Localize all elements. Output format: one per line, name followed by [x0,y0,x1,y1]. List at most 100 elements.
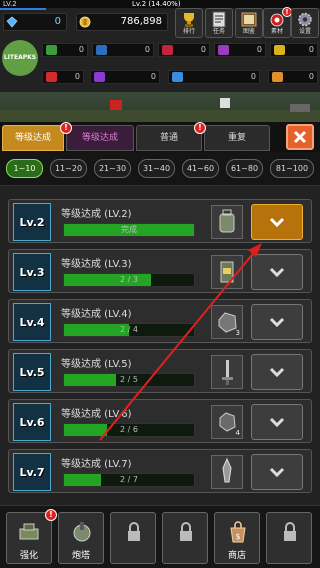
codex-button[interactable]: 图鉴 [235,8,263,38]
achievement-progress-text: 2 / 5 [120,375,138,384]
quest-button[interactable]: 任务 [205,8,233,38]
shop-bag-icon: $ [230,521,246,543]
nav-locked-slot-2[interactable] [162,512,208,564]
materials-button[interactable]: 素材 ! [263,7,292,38]
purple-stone-icon [218,45,229,55]
ranking-button[interactable]: 排行 [175,8,203,38]
filter-41-60[interactable]: 41~60 [182,159,219,178]
achievement-title: 等级达成 (LV.7) [61,459,132,470]
level-badge-text: Lv.2 [19,216,45,229]
quest-label: 任务 [212,28,225,35]
upgrade-icon [19,523,39,540]
codex-label: 图鉴 [242,28,255,35]
tab-level-achievement-label: 等级达成 [14,133,51,143]
xp-bar-fill [0,8,47,10]
filter-1-10[interactable]: 1~10 [6,159,43,178]
void-crystal-icon [94,72,105,82]
game-scene-strip [0,92,320,122]
battlefield-decoration [0,98,320,122]
resource-amber-value: 0 [308,72,314,81]
reward-sword-icon [211,355,243,389]
trophy-icon [184,13,194,27]
gem-counter[interactable]: 0 [3,13,67,31]
ice-crystal-icon [172,72,183,82]
locked-reward-button[interactable] [251,454,303,490]
achievement-progress-text: 2 / 3 [120,275,138,284]
resource-yellow: 0 [270,43,318,57]
achievement-progress-text: 2 / 7 [120,475,138,484]
amber-crystal-icon [272,72,283,82]
achievement-item: Lv.7 等级达成 (LV.7) 2 / 7 [8,449,312,493]
player-level: LV.2 [3,0,17,8]
achievement-progress: 完成 [63,223,195,237]
lock-icon [128,522,140,541]
tab-level-achievement-alt[interactable]: 等级达成 [66,125,134,151]
blue-stone-icon [96,45,107,55]
resource-purple-value: 0 [256,45,262,54]
tab-normal[interactable]: 普通 [136,125,202,151]
close-button[interactable] [286,124,314,150]
resource-purple: 0 [214,43,266,57]
filter-61-80[interactable]: 61~80 [226,159,263,178]
level-badge-icon: Lv.4 [13,303,51,341]
locked-reward-button[interactable] [251,254,303,290]
resource-yellow-value: 0 [308,45,314,54]
coin-counter[interactable]: 786,898 [76,13,168,31]
nav-shop[interactable]: $ 商店 [214,512,260,564]
resource-ice-value: 0 [250,72,256,81]
settings-label: 设置 [298,28,311,35]
level-badge-icon: Lv.3 [13,253,51,291]
resource-void: 0 [90,70,160,84]
reward-drill-icon [211,455,243,489]
tab-level-achievement[interactable]: 等级达成 [2,125,64,151]
diamond-icon [6,16,18,28]
locked-reward-button[interactable] [251,404,303,440]
claim-button[interactable] [251,204,303,240]
filter-81-100[interactable]: 81~100 [270,159,314,178]
achievement-item: Lv.3 等级达成 (LV.3) 2 / 3 [8,249,312,293]
achievement-item: Lv.4 等级达成 (LV.4) 2 / 4 3 [8,299,312,343]
locked-reward-button[interactable] [251,354,303,390]
materials-label: 素材 [270,28,283,35]
fire-crystal-icon [46,72,57,82]
achievement-progress-text: 2 / 4 [120,325,138,334]
nav-locked-slot-1[interactable] [110,512,156,564]
tab-repeat[interactable]: 重复 [204,125,270,151]
reward-ore-icon: 3 [211,305,243,339]
chevron-down-icon [269,217,285,228]
watermark-logo: LITEAPKS [2,40,38,76]
resource-green: 0 [42,43,88,57]
achievement-item: Lv.5 等级达成 (LV.5) 2 / 5 [8,349,312,393]
coin-value: 786,898 [120,16,162,27]
filter-11-20[interactable]: 11~20 [50,159,87,178]
level-badge-icon: Lv.7 [13,453,51,491]
resource-fire: 0 [42,70,84,84]
gem-value: 0 [54,16,61,27]
level-badge-icon: Lv.6 [13,403,51,441]
filter-31-40[interactable]: 31~40 [138,159,175,178]
settings-button[interactable]: 设置 [291,8,319,38]
resource-amber: 0 [268,70,318,84]
achievement-item: Lv.6 等级达成 (LV.6) 2 / 6 4 [8,399,312,443]
tab-alert-badge: ! [60,122,72,134]
top-status-bar: LV.2 Lv.2 (14.40%) [0,0,320,8]
chevron-down-icon [269,317,285,328]
tab-normal-alert-badge: ! [194,122,206,134]
level-progress-text: Lv.2 (14.40%) [132,0,181,8]
chevron-down-icon [269,467,285,478]
green-stone-icon [46,45,57,55]
chevron-down-icon [269,417,285,428]
resource-void-value: 0 [150,72,156,81]
locked-reward-button[interactable] [251,304,303,340]
level-range-filters: 1~10 11~20 21~30 31~40 41~60 61~80 81~10… [0,152,320,186]
achievement-progress-text: 完成 [121,225,137,234]
achievement-list[interactable]: Lv.2 等级达成 (LV.2) 完成 Lv.3 等级达成 (LV.3) 2 /… [8,194,312,498]
reward-ore-icon: 4 [211,405,243,439]
nav-turret[interactable]: 炮塔 [58,512,104,564]
resource-red-value: 0 [200,45,206,54]
nav-upgrade[interactable]: 强化 ! [6,509,57,564]
filter-21-30[interactable]: 21~30 [94,159,131,178]
achievement-progress: 2 / 3 [63,273,195,287]
yellow-stone-icon [274,45,285,55]
nav-locked-slot-3[interactable] [266,512,312,564]
